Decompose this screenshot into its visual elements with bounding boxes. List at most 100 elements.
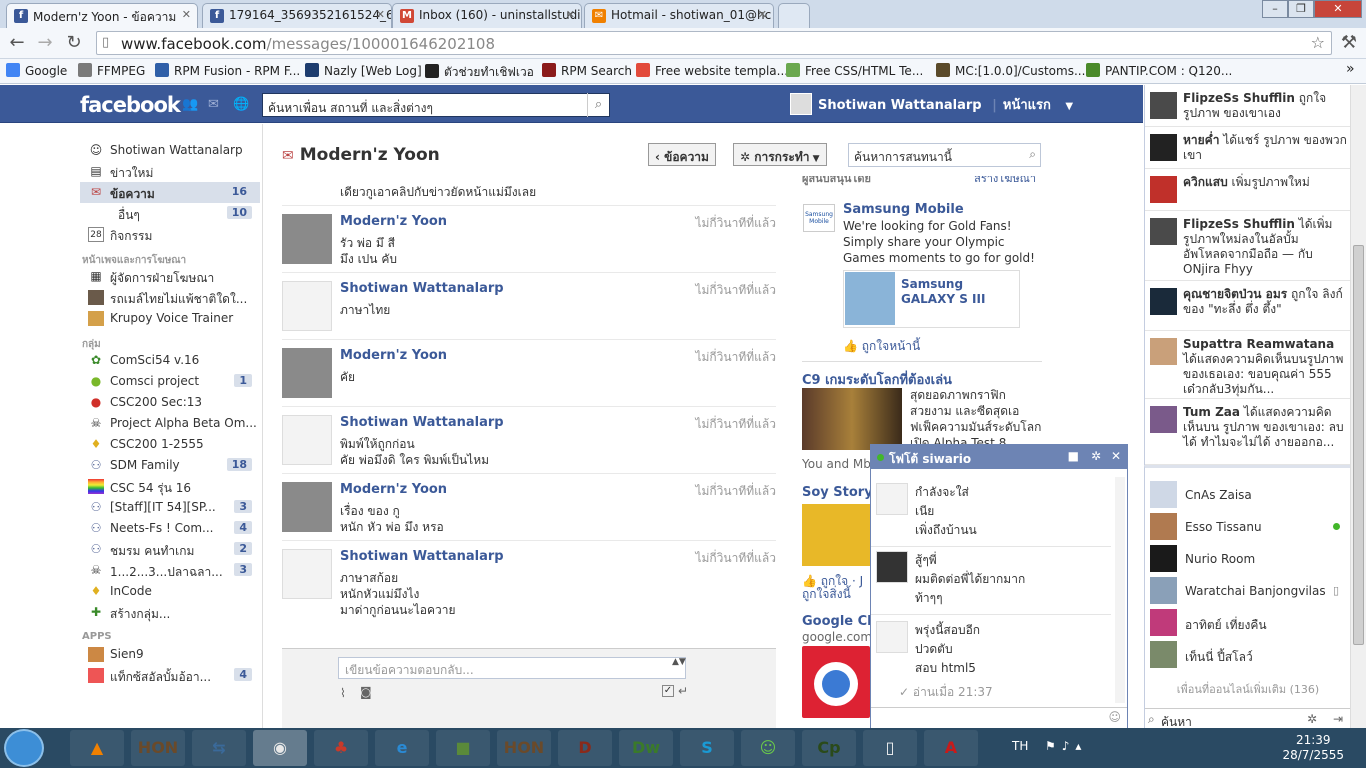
taskbar-app-button[interactable]: S (680, 730, 734, 766)
gear-icon[interactable]: ✲ (1091, 449, 1101, 463)
bookmark-item[interactable]: RPM Search (542, 63, 632, 78)
popout-icon[interactable]: ⇥ (1333, 712, 1343, 726)
back-to-messages-button[interactable]: ‹ ข้อความ (648, 143, 716, 166)
nav-messages-other[interactable]: อื่นๆ 10 (80, 203, 260, 224)
nav-group-item[interactable]: ⚇ ชมรม คนทำเกม 2 (80, 539, 260, 560)
nav-app-item[interactable]: แท็กซ้สอัลบั้มอ้อา... 4 (80, 665, 260, 686)
online-friend[interactable]: Waratchai Banjongvilas ▯ (1145, 576, 1351, 608)
close-icon[interactable]: ✕ (1111, 449, 1121, 463)
game-image[interactable] (802, 388, 902, 450)
avatar[interactable] (282, 415, 332, 465)
taskbar-app-button[interactable]: A (924, 730, 978, 766)
nav-group-item[interactable]: ⚇ SDM Family 18 (80, 455, 260, 476)
avatar[interactable] (282, 214, 332, 264)
nav-profile[interactable]: ☺ Shotiwan Wattanalarp (80, 140, 260, 161)
address-bar[interactable]: ▯ www.facebook.com/messages/100001646202… (96, 31, 1332, 55)
bookmark-item[interactable]: PANTIP.COM : Q120... (1086, 63, 1232, 78)
taskbar-app-button[interactable]: ⇆ (192, 730, 246, 766)
nav-messages[interactable]: ✉ ข้อความ 16 (80, 182, 260, 203)
taskbar-app-button[interactable]: ☺ (741, 730, 795, 766)
facebook-logo[interactable]: facebook (80, 93, 181, 117)
online-friend[interactable]: เท็นนี่ ปี้สโลว์ (1145, 640, 1351, 672)
bookmark-item[interactable]: Free CSS/HTML Te... (786, 63, 923, 78)
sender-name[interactable]: Shotiwan Wattanalarp (340, 549, 504, 564)
nav-page-item[interactable]: ▦ ผู้จัดการฝ่ายโฆษณา (80, 266, 260, 287)
nav-group-item[interactable]: ♦ InCode (80, 581, 260, 602)
page-scrollbar[interactable] (1350, 85, 1366, 728)
sender-name[interactable]: Modern'z Yoon (340, 482, 447, 497)
video-call-icon[interactable]: ■ (1068, 449, 1079, 463)
bookmark-item[interactable]: RPM Fusion - RPM F... (155, 63, 300, 78)
nav-newsfeed[interactable]: ▤ ข่าวใหม่ (80, 161, 260, 182)
messages-jewel-icon[interactable]: ✉ (208, 97, 224, 112)
friend-requests-icon[interactable]: 👥 (182, 97, 198, 112)
user-name[interactable]: Shotiwan Wattanalarp (818, 98, 982, 113)
like-page-link[interactable]: 👍 ถูกใจหน้านี้ (843, 337, 920, 356)
notifications-icon[interactable]: 🌐 (233, 97, 249, 112)
sender-name[interactable]: Modern'z Yoon (340, 348, 447, 363)
camera-icon[interactable]: ◙ (360, 685, 372, 699)
chrome-ad-image[interactable] (802, 646, 870, 718)
enter-to-send-checkbox[interactable]: ✓ (662, 685, 674, 697)
fb-user-menu[interactable]: Shotiwan Wattanalarp | หน้าแรก ▼ (790, 93, 1073, 115)
ticker-item[interactable]: FlipzeSs Shufflin ได้เพิ่มรูปภาพใหม่ลงใน… (1145, 211, 1350, 281)
minimize-button[interactable]: – (1262, 0, 1288, 18)
tab-gmail[interactable]: M Inbox (160) - uninstallstudi ✕ (392, 3, 582, 28)
nav-page-item[interactable]: รถเมล์ไทยไม่แพ้ชาติใดใ... (80, 287, 260, 308)
scrollbar-thumb[interactable] (1353, 245, 1364, 645)
sender-name[interactable]: Shotiwan Wattanalarp (340, 415, 504, 430)
more-online-friends[interactable]: เพื่อนที่ออนไลน์เพิ่มเติม (136) (1145, 680, 1351, 698)
ticker-item[interactable]: คุณชายจิตป่วน อมร ถูกใจ ลิงก์ ของ "ทะลึ่… (1145, 281, 1350, 331)
back-arrow-icon[interactable]: ← (6, 32, 28, 54)
chat-header[interactable]: โฟโต้ siwario ■ ✲ ✕ (871, 445, 1127, 469)
sender-name[interactable]: Shotiwan Wattanalarp (340, 281, 504, 296)
nav-group-item[interactable]: ☠ 1...2...3...ปลาฉลา... 3 (80, 560, 260, 581)
nav-group-item[interactable]: ⚇ [Staff][IT 54][SP... 3 (80, 497, 260, 518)
nav-group-item[interactable]: ● Comsci project 1 (80, 371, 260, 392)
system-tray-icons[interactable]: ⚑♪▴ (1045, 739, 1087, 753)
bookmark-item[interactable]: ตัวช่วยทำเชิฟเวอ (425, 63, 534, 82)
avatar[interactable] (282, 281, 332, 331)
bookmark-item[interactable]: Google (6, 63, 67, 78)
soy-image[interactable] (802, 504, 870, 566)
fb-search-input[interactable]: ค้นหาเพื่อน สถานที่ และสิ่งต่างๆ ⌕ (262, 93, 610, 117)
taskbar-app-button[interactable]: ▯ (863, 730, 917, 766)
nav-group-item[interactable]: ♦ CSC200 1-2555 (80, 434, 260, 455)
nav-group-item[interactable]: ● CSC200 Sec:13 (80, 392, 260, 413)
emoticon-icon[interactable]: ☺ (1108, 710, 1121, 724)
search-icon[interactable]: ⌕ (587, 93, 609, 117)
thread-search-input[interactable]: ค้นหาการสนทนานี้ ⌕ (848, 143, 1041, 167)
home-link[interactable]: หน้าแรก (1003, 98, 1051, 113)
taskbar-app-button[interactable]: e (375, 730, 429, 766)
taskbar-app-button[interactable]: ▲ (70, 730, 124, 766)
taskbar-app-button[interactable]: ◉ (253, 730, 307, 766)
start-button[interactable] (4, 729, 44, 767)
tab-hotmail[interactable]: ✉ Hotmail - shotiwan_01@hc ✕ (584, 3, 774, 28)
wrench-icon[interactable]: ⚒ (1338, 32, 1360, 54)
ticker-item[interactable]: หายค่ำ ได้แชร์ รูปภาพ ของพวกเขา (1145, 127, 1350, 169)
nav-create-group[interactable]: ✚ สร้างกลุ่ม... (80, 602, 260, 623)
online-friend[interactable]: Esso Tissanu (1145, 512, 1351, 544)
attach-icon[interactable]: ⌇ (340, 686, 346, 700)
taskbar-app-button[interactable]: ♣ (314, 730, 368, 766)
samsung-logo[interactable]: Samsung Mobile (803, 204, 835, 232)
nav-group-item[interactable]: CSC 54 รุ่น 16 (80, 476, 260, 497)
online-friend[interactable]: อาทิตย์ เที่ยงคืน (1145, 608, 1351, 640)
taskbar-clock[interactable]: 21:39 28/7/2555 (1282, 733, 1344, 763)
nav-group-item[interactable]: ⚇ Neets-Fs ! Com... 4 (80, 518, 260, 539)
avatar[interactable] (282, 482, 332, 532)
ticker-item[interactable]: ควิกแสบ เพิ่มรูปภาพใหม่ (1145, 169, 1350, 211)
actions-button[interactable]: ✲ การกระทำ ▼ (733, 143, 827, 166)
online-friend[interactable]: CnAs Zaisa (1145, 480, 1351, 512)
bookmark-item[interactable]: FFMPEG (78, 63, 145, 78)
ticker-item[interactable]: Tum Zaa ได้แสดงความคิดเห็นบน รูปภาพ ของเ… (1145, 399, 1350, 465)
bookmark-item[interactable]: Free website templa... (636, 63, 788, 78)
nav-group-item[interactable]: ✿ ComSci54 v.16 (80, 350, 260, 371)
taskbar-app-button[interactable]: D (558, 730, 612, 766)
ad-title[interactable]: Samsung Mobile (843, 202, 964, 217)
tab-photo[interactable]: f 179164_3569352161524_625 ✕ (202, 3, 392, 28)
language-indicator[interactable]: TH (1012, 739, 1028, 753)
avatar[interactable] (282, 348, 332, 398)
online-friend[interactable]: Nurio Room (1145, 544, 1351, 576)
close-window-button[interactable]: ✕ (1314, 0, 1362, 18)
